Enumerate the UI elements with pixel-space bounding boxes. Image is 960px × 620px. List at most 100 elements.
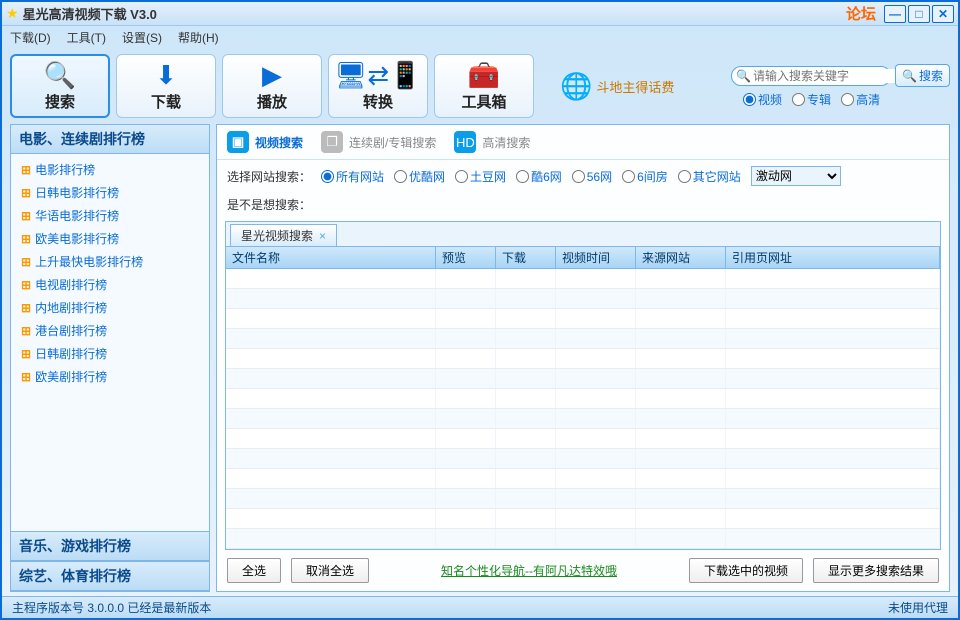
expand-icon: ⊞ (21, 163, 31, 177)
site-all[interactable]: 所有网站 (321, 168, 384, 185)
table-row[interactable] (226, 449, 940, 469)
site-ku6[interactable]: 酷6网 (516, 168, 562, 185)
site-other-select[interactable]: 激动网 (751, 166, 841, 186)
col-refer[interactable]: 引用页网址 (726, 247, 940, 268)
table-row[interactable] (226, 309, 940, 329)
table-row[interactable] (226, 489, 940, 509)
grid-tab-active[interactable]: 星光视频搜索 × (230, 224, 337, 246)
col-time[interactable]: 视频时间 (556, 247, 636, 268)
toolbar-search-button[interactable]: 🔍 搜索 (10, 54, 110, 118)
titlebar: ★ 星光高清视频下载 V3.0 论坛 — □ ✕ (2, 2, 958, 26)
expand-icon: ⊞ (21, 232, 31, 246)
sidebar-list: ⊞电影排行榜⊞日韩电影排行榜⊞华语电影排行榜⊞欧美电影排行榜⊞上升最快电影排行榜… (11, 154, 209, 531)
search-button[interactable]: 🔍 搜索 (895, 64, 950, 87)
table-row[interactable] (226, 369, 940, 389)
site-tudou[interactable]: 土豆网 (455, 168, 506, 185)
expand-icon: ⊞ (21, 347, 31, 361)
deselect-all-button[interactable]: 取消全选 (291, 558, 369, 583)
expand-icon: ⊞ (21, 370, 31, 384)
col-download[interactable]: 下载 (496, 247, 556, 268)
tab-hd-search[interactable]: HD 高清搜索 (454, 131, 530, 153)
hd-tab-icon: HD (454, 131, 476, 153)
minimize-button[interactable]: — (884, 5, 906, 23)
table-row[interactable] (226, 429, 940, 449)
table-row[interactable] (226, 509, 940, 529)
sidebar-header-music[interactable]: 音乐、游戏排行榜 (11, 531, 209, 561)
grid-tab-close-icon[interactable]: × (319, 229, 326, 243)
table-row[interactable] (226, 269, 940, 289)
sidebar-header-movies[interactable]: 电影、连续剧排行榜 (11, 125, 209, 154)
toolbox-icon: 🧰 (468, 61, 500, 91)
menu-download[interactable]: 下载(D) (10, 29, 51, 46)
col-source[interactable]: 来源网站 (636, 247, 726, 268)
toolbar-convert-button[interactable]: 🖥⇄📱 转换 (328, 54, 428, 118)
expand-icon: ⊞ (21, 324, 31, 338)
sidebar-item-9[interactable]: ⊞欧美剧排行榜 (11, 365, 209, 388)
forum-link[interactable]: 论坛 (846, 3, 876, 24)
more-results-button[interactable]: 显示更多搜索结果 (813, 558, 939, 583)
sidebar-item-2[interactable]: ⊞华语电影排行榜 (11, 204, 209, 227)
series-tab-icon: ❐ (321, 131, 343, 153)
radio-album[interactable]: 专辑 (792, 91, 831, 108)
filter-label: 选择网站搜索： (227, 168, 311, 185)
sidebar-item-4[interactable]: ⊞上升最快电影排行榜 (11, 250, 209, 273)
col-preview[interactable]: 预览 (436, 247, 496, 268)
site-56[interactable]: 56网 (572, 168, 612, 185)
sidebar-item-5[interactable]: ⊞电视剧排行榜 (11, 273, 209, 296)
toolbar-play-button[interactable]: ▶ 播放 (222, 54, 322, 118)
toolbar-toolbox-button[interactable]: 🧰 工具箱 (434, 54, 534, 118)
tab-hd-label: 高清搜索 (482, 134, 530, 151)
promo-link[interactable]: 🌐 斗地主得话费 (560, 71, 674, 102)
sidebar-header-variety[interactable]: 综艺、体育排行榜 (11, 561, 209, 591)
site-filter-row: 选择网站搜索： 所有网站 优酷网 土豆网 酷6网 56网 6间房 其它网站 激动… (217, 160, 949, 192)
search-input-wrap[interactable]: 🔍 ▾ (731, 66, 891, 86)
main-tabs: ▣ 视频搜索 ❐ 连续剧/专辑搜索 HD 高清搜索 (217, 125, 949, 160)
maximize-button[interactable]: □ (908, 5, 930, 23)
download-icon: ⬇ (155, 61, 177, 91)
sidebar-item-6[interactable]: ⊞内地剧排行榜 (11, 296, 209, 319)
search-input-icon: 🔍 (736, 69, 751, 83)
table-row[interactable] (226, 529, 940, 549)
table-row[interactable] (226, 329, 940, 349)
menu-help[interactable]: 帮助(H) (178, 29, 219, 46)
menu-settings[interactable]: 设置(S) (122, 29, 162, 46)
sidebar-item-8[interactable]: ⊞日韩剧排行榜 (11, 342, 209, 365)
download-selected-button[interactable]: 下载选中的视频 (689, 558, 803, 583)
tab-series-label: 连续剧/专辑搜索 (349, 134, 436, 151)
col-filename[interactable]: 文件名称 (226, 247, 436, 268)
radio-hd[interactable]: 高清 (841, 91, 880, 108)
grid-body (226, 269, 940, 549)
site-6room[interactable]: 6间房 (622, 168, 668, 185)
sidebar-item-0[interactable]: ⊞电影排行榜 (11, 158, 209, 181)
table-row[interactable] (226, 409, 940, 429)
suggest-row: 是不是想搜索： (217, 192, 949, 221)
search-icon: 🔍 (44, 61, 76, 91)
site-youku[interactable]: 优酷网 (394, 168, 445, 185)
suggest-label: 是不是想搜索： (227, 198, 311, 212)
grid-header: 文件名称 预览 下载 视频时间 来源网站 引用页网址 (226, 247, 940, 269)
table-row[interactable] (226, 289, 940, 309)
promo-nav-link[interactable]: 知名个性化导航--有阿凡达特效哦 (379, 562, 679, 579)
select-all-button[interactable]: 全选 (227, 558, 281, 583)
site-other[interactable]: 其它网站 (678, 168, 741, 185)
tab-series-search[interactable]: ❐ 连续剧/专辑搜索 (321, 131, 436, 153)
search-button-label: 搜索 (919, 67, 943, 84)
globe-icon: 🌐 (560, 71, 592, 102)
grid-tabstrip: 星光视频搜索 × (226, 222, 940, 247)
close-button[interactable]: ✕ (932, 5, 954, 23)
table-row[interactable] (226, 469, 940, 489)
search-area: 🔍 ▾ 🔍 搜索 视频 专辑 高清 (731, 64, 950, 108)
tab-video-search[interactable]: ▣ 视频搜索 (227, 131, 303, 153)
expand-icon: ⊞ (21, 255, 31, 269)
sidebar-item-7[interactable]: ⊞港台剧排行榜 (11, 319, 209, 342)
sidebar-item-1[interactable]: ⊞日韩电影排行榜 (11, 181, 209, 204)
menu-tools[interactable]: 工具(T) (67, 29, 106, 46)
sidebar-item-3[interactable]: ⊞欧美电影排行榜 (11, 227, 209, 250)
table-row[interactable] (226, 349, 940, 369)
table-row[interactable] (226, 389, 940, 409)
search-input[interactable] (753, 69, 908, 83)
toolbar-download-button[interactable]: ⬇ 下载 (116, 54, 216, 118)
radio-video[interactable]: 视频 (743, 91, 782, 108)
results-grid: 星光视频搜索 × 文件名称 预览 下载 视频时间 来源网站 引用页网址 (225, 221, 941, 550)
play-icon: ▶ (262, 61, 282, 91)
